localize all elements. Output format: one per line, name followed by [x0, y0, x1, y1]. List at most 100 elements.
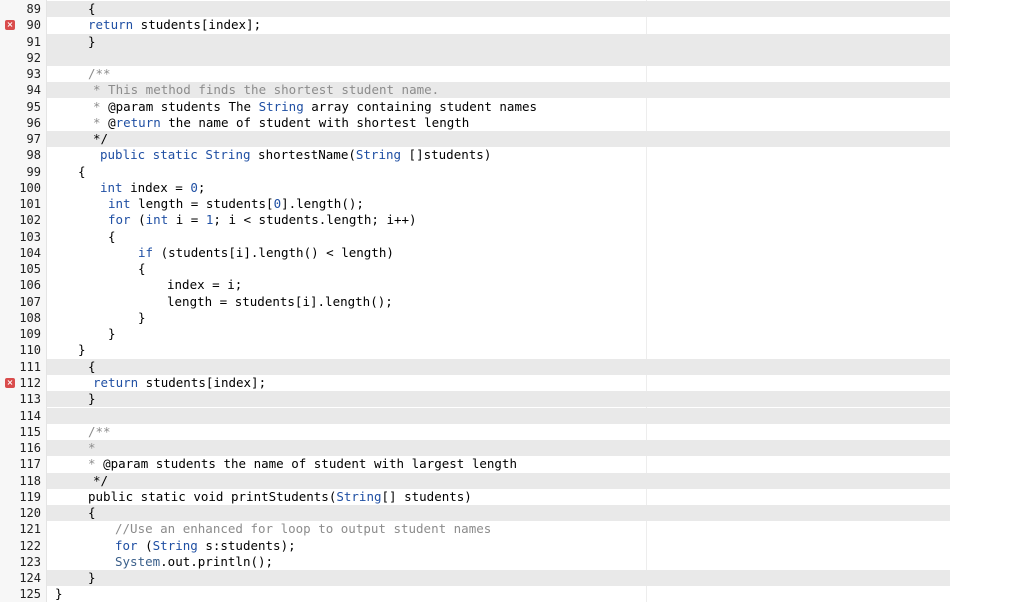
- code-line[interactable]: 113}: [0, 391, 1024, 408]
- line-highlight-band: [47, 407, 950, 424]
- code-token: }: [88, 33, 96, 49]
- code-line[interactable]: 94 * This method finds the shortest stude…: [0, 82, 1024, 99]
- line-highlight-band: [47, 49, 950, 66]
- line-highlight-band: [47, 131, 950, 148]
- code-text: /**: [88, 66, 111, 82]
- code-line[interactable]: 123 System.out.println();: [0, 554, 1024, 570]
- code-text: int length = students[0].length();: [108, 196, 364, 212]
- code-token: }: [88, 570, 96, 586]
- code-token: (: [130, 212, 146, 228]
- keyword-token: int: [100, 179, 123, 195]
- code-line[interactable]: 92: [0, 49, 1024, 66]
- code-text: }: [88, 34, 96, 50]
- line-number: 115: [19, 424, 41, 439]
- code-token: */: [93, 131, 109, 147]
- code-token: (students[i].length() < length): [153, 244, 394, 260]
- code-editor[interactable]: 89{× 90 return students[index]; 91} 92 93/** 9…: [0, 0, 1024, 602]
- line-number: 109: [19, 327, 41, 342]
- code-line[interactable]: 98 public static String shortestName(Stri…: [0, 147, 1024, 163]
- keyword-token: return: [115, 114, 161, 130]
- code-text: */: [93, 473, 108, 489]
- line-highlight-band: [47, 505, 950, 522]
- code-line[interactable]: × 112 return students[index];: [0, 375, 1024, 391]
- code-text: int index = 0;: [100, 180, 205, 196]
- code-line[interactable]: 103 {: [0, 229, 1024, 245]
- line-number: 113: [19, 392, 41, 407]
- code-line[interactable]: 115 /**: [0, 424, 1024, 440]
- code-line[interactable]: 101 int length = students[0].length();: [0, 196, 1024, 212]
- code-line[interactable]: 97 */: [0, 131, 1024, 148]
- code-line[interactable]: 95 * @param students The String array con…: [0, 99, 1024, 115]
- line-number: 112: [19, 375, 41, 390]
- line-highlight-band: [47, 358, 950, 375]
- code-line[interactable]: 119 public static void printStudents(Stri…: [0, 489, 1024, 505]
- comment-token: *: [88, 456, 104, 472]
- line-number: 101: [19, 197, 41, 212]
- code-token: }: [138, 309, 146, 325]
- code-text: * This method finds the shortest student…: [93, 82, 439, 98]
- code-line[interactable]: × 90 return students[index];: [0, 17, 1024, 33]
- code-text: */: [93, 131, 108, 147]
- code-line[interactable]: 104 if (students[i].length() < length): [0, 245, 1024, 261]
- line-number: 116: [19, 441, 41, 456]
- code-token: s:students);: [197, 537, 296, 553]
- code-line[interactable]: 116 *: [0, 440, 1024, 457]
- keyword-token: String: [205, 147, 251, 163]
- code-token: }: [78, 342, 86, 358]
- code-line[interactable]: 121 //Use an enhanced for loop to output …: [0, 521, 1024, 537]
- code-line[interactable]: 117 * @param students the name of student…: [0, 456, 1024, 472]
- code-line[interactable]: 125}: [0, 586, 1024, 602]
- code-line[interactable]: 100 int index = 0;: [0, 180, 1024, 196]
- line-number: 100: [19, 180, 41, 195]
- code-text: * @param students the name of student wi…: [88, 456, 517, 472]
- line-number: 94: [26, 83, 41, 98]
- code-line[interactable]: 118 */: [0, 472, 1024, 489]
- line-number: 121: [19, 522, 41, 537]
- code-token: .out.println();: [160, 553, 274, 569]
- number-token: 0: [190, 179, 198, 195]
- code-token: @: [108, 114, 116, 130]
- code-line[interactable]: 107 length = students[i].length();: [0, 294, 1024, 310]
- code-line[interactable]: 105 {: [0, 261, 1024, 277]
- code-line[interactable]: 114: [0, 407, 1024, 424]
- code-line[interactable]: 91}: [0, 33, 1024, 50]
- code-token: (: [137, 537, 153, 553]
- line-number: 91: [26, 34, 41, 49]
- code-line[interactable]: 106 index = i;: [0, 277, 1024, 293]
- keyword-token: int: [108, 196, 131, 212]
- line-number: 103: [19, 229, 41, 244]
- code-line[interactable]: 96 * @return the name of student with sho…: [0, 115, 1024, 131]
- code-line[interactable]: 109}: [0, 326, 1024, 342]
- code-line[interactable]: 108}: [0, 310, 1024, 326]
- code-token: index =: [122, 179, 191, 195]
- code-text: return students[index];: [88, 17, 261, 33]
- code-text: return students[index];: [93, 375, 266, 391]
- keyword-token: for: [115, 537, 138, 553]
- code-line[interactable]: 89 {: [0, 1, 1024, 17]
- code-line[interactable]: 111 {: [0, 358, 1024, 375]
- code-token: shortestName(: [250, 147, 356, 163]
- code-token: {: [88, 505, 96, 521]
- line-number: 118: [19, 473, 41, 488]
- line-number: 123: [19, 554, 41, 569]
- line-number: 104: [19, 245, 41, 260]
- line-highlight-band: [47, 33, 950, 50]
- code-token: ; i < students.length; i++): [213, 212, 417, 228]
- line-number: 98: [26, 148, 41, 163]
- keyword-token: for: [108, 212, 131, 228]
- code-token: {: [88, 1, 96, 16]
- code-token: students[index];: [138, 374, 267, 390]
- code-line[interactable]: 93 /**: [0, 66, 1024, 82]
- code-token: public static void printStudents(: [88, 488, 337, 504]
- code-line[interactable]: 124}: [0, 570, 1024, 587]
- line-number: 102: [19, 213, 41, 228]
- code-text: }: [138, 310, 146, 326]
- code-line[interactable]: 99 {: [0, 164, 1024, 180]
- code-line[interactable]: 110}: [0, 342, 1024, 358]
- line-number: 117: [19, 457, 41, 472]
- code-line[interactable]: 102 for (int i = 1; i < students.length; …: [0, 212, 1024, 228]
- code-line[interactable]: 120 {: [0, 505, 1024, 522]
- code-text: for (String s:students);: [115, 538, 296, 554]
- code-token: the name of student with shortest length: [160, 114, 470, 130]
- code-line[interactable]: 122 for (String s:students);: [0, 538, 1024, 554]
